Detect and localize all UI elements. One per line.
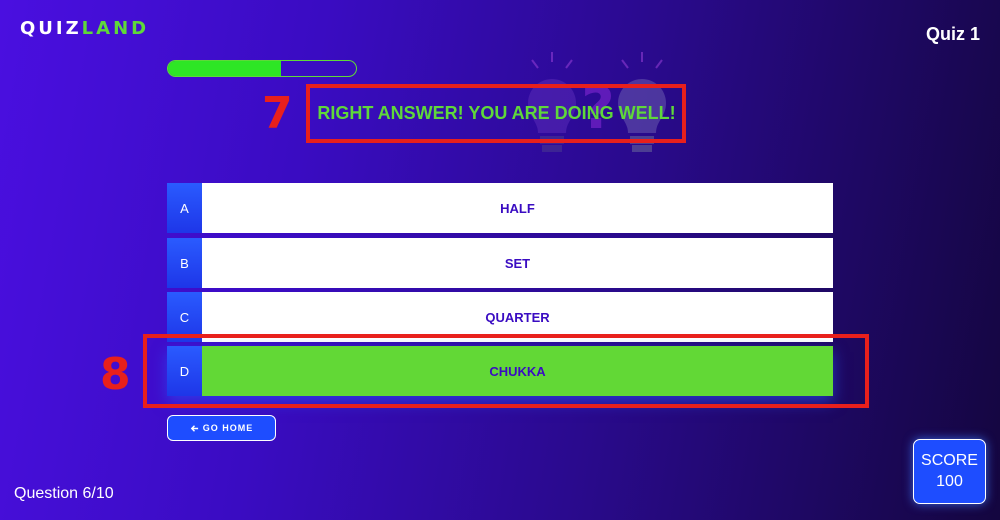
answer-letter: A [167,183,202,233]
answer-option-a[interactable]: A HALF [167,183,833,233]
annotation-marker-7: 7 [262,88,293,139]
answer-text: HALF [202,183,833,233]
answer-option-b[interactable]: B SET [167,238,833,288]
quiz-title: Quiz 1 [925,24,980,44]
question-counter: Question 6/10 [14,485,114,502]
quiz-progress-bar [167,60,357,77]
logo-land-text: LAND [81,18,150,39]
annotation-marker-8: 8 [100,349,131,400]
answer-feedback-message: RIGHT ANSWER! YOU ARE DOING WELL! [317,102,676,123]
score-panel: SCORE 100 [913,439,986,504]
answer-text: SET [202,238,833,288]
quiz-progress-fill [168,61,281,76]
go-home-button[interactable]: GO HOME [167,415,276,441]
quizland-logo: QUIZLAND [20,18,149,39]
answer-letter: B [167,238,202,288]
score-label: SCORE [921,451,978,469]
arrow-left-icon [190,424,198,432]
go-home-label: GO HOME [202,423,254,433]
correct-answer-highlight-box [143,334,869,408]
score-value: 100 [936,472,963,490]
logo-quiz-text: QUIZ [20,18,82,39]
